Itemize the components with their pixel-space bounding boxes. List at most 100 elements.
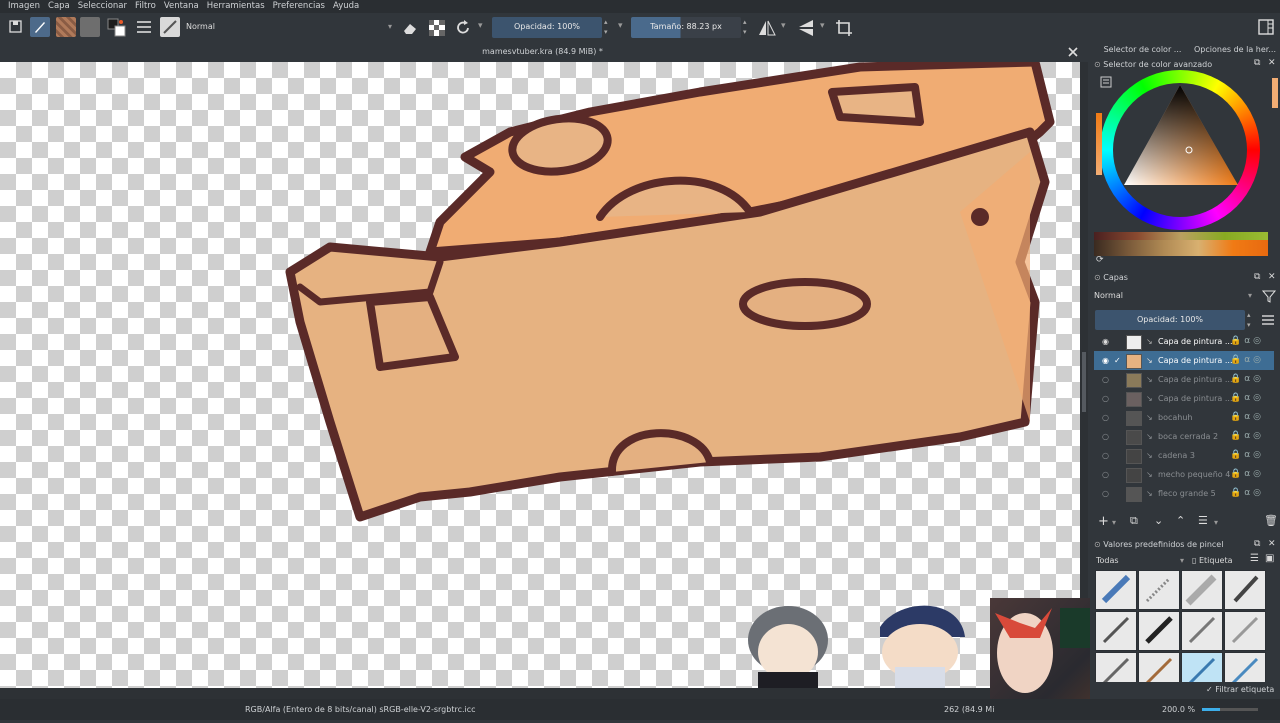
layer-row[interactable]: ○ ↘ cadena 3 🔒α◎ <box>1094 446 1274 465</box>
spinner-icon[interactable]: ▴ ▾ <box>1247 310 1251 330</box>
mirror-vertical-icon[interactable] <box>797 19 815 40</box>
eye-hidden-icon[interactable]: ○ <box>1102 370 1109 389</box>
list-view-icon[interactable]: ☰ <box>1250 553 1259 564</box>
brush-preset[interactable] <box>1138 652 1180 682</box>
duplicate-layer-icon[interactable]: ⧉ <box>1130 514 1138 528</box>
tab-tool-options[interactable]: Opciones de la her... <box>1190 42 1280 58</box>
eye-hidden-icon[interactable]: ○ <box>1102 427 1109 446</box>
brush-preset[interactable] <box>1095 611 1137 651</box>
brush-tool-icon[interactable] <box>30 17 50 37</box>
canvas-horizontal-scrollbar[interactable] <box>0 688 1088 699</box>
brush-preset[interactable] <box>1138 570 1180 610</box>
document-tab-title[interactable]: mamesvtuber.kra (84.9 MiB) * <box>0 42 1085 62</box>
wrap-around-icon[interactable] <box>835 19 853 40</box>
layer-blend-mode-select[interactable]: Normal ▾ <box>1094 288 1254 303</box>
layer-opacity-slider[interactable]: Opacidad: 100% <box>1095 310 1245 330</box>
layer-props-icons[interactable]: 🔒α◎ <box>1230 370 1264 389</box>
canvas-vertical-scrollbar[interactable] <box>1080 62 1088 688</box>
menu-ventana[interactable]: Ventana <box>164 0 199 13</box>
filter-icon[interactable] <box>1262 289 1276 303</box>
recent-color-swatch[interactable] <box>1272 78 1278 108</box>
brush-preset[interactable] <box>1224 570 1266 610</box>
layer-row[interactable]: ○ ↘ Capa de pintura ... 🔒α◎ <box>1094 389 1274 408</box>
brush-preset-icon[interactable] <box>160 17 180 37</box>
layer-row[interactable]: ◉ ↘ Capa de pintura ... 🔒α◎ <box>1094 332 1274 351</box>
brush-preset[interactable] <box>1224 611 1266 651</box>
brush-preset[interactable] <box>1138 611 1180 651</box>
chevron-down-icon[interactable]: ▾ <box>478 21 483 42</box>
lock-icon[interactable]: ⊙ <box>1094 540 1101 549</box>
color-history-strip[interactable] <box>1094 232 1268 256</box>
layer-props-icons[interactable]: 🔒α◎ <box>1230 332 1264 351</box>
filter-tag-checkbox[interactable]: ✓ Filtrar etiqueta <box>1206 683 1274 697</box>
eye-hidden-icon[interactable]: ○ <box>1102 484 1109 503</box>
zoom-slider[interactable] <box>1202 708 1258 711</box>
eye-hidden-icon[interactable]: ○ <box>1102 446 1109 465</box>
layer-props-icons[interactable]: 🔒α◎ <box>1230 351 1264 370</box>
zoom-label[interactable]: 200.0 % <box>1162 699 1195 720</box>
menu-filtro[interactable]: Filtro <box>135 0 156 13</box>
layer-props-icons[interactable]: 🔒α◎ <box>1230 465 1264 484</box>
chevron-down-icon[interactable]: ▾ <box>781 21 786 42</box>
menu-capa[interactable]: Capa <box>48 0 70 13</box>
close-icon[interactable]: ✕ <box>1268 58 1276 68</box>
layer-props-icons[interactable]: 🔒α◎ <box>1230 389 1264 408</box>
eraser-icon[interactable] <box>402 20 418 41</box>
eye-icon[interactable]: ◉ <box>1102 332 1109 351</box>
tab-color-selector[interactable]: Selector de color ... <box>1095 42 1190 58</box>
brush-preset[interactable] <box>1181 570 1223 610</box>
eye-hidden-icon[interactable]: ○ <box>1102 389 1109 408</box>
layer-props-icons[interactable]: 🔒α◎ <box>1230 446 1264 465</box>
brush-preset[interactable] <box>1095 570 1137 610</box>
menu-seleccionar[interactable]: Seleccionar <box>78 0 127 13</box>
chevron-down-icon[interactable]: ▾ <box>820 21 825 42</box>
layer-props-icons[interactable]: 🔒α◎ <box>1230 427 1264 446</box>
close-icon[interactable]: ✕ <box>1268 272 1276 282</box>
chevron-down-icon[interactable]: ▾ <box>618 21 623 42</box>
layer-props-icons[interactable]: 🔒α◎ <box>1230 484 1264 503</box>
brush-preset-selected[interactable] <box>1181 652 1223 682</box>
brush-preset[interactable] <box>1181 611 1223 651</box>
brush-preset[interactable] <box>1224 652 1266 682</box>
hamburger-icon[interactable] <box>1262 315 1274 325</box>
lock-icon[interactable]: ⊙ <box>1094 60 1101 69</box>
lock-icon[interactable]: ⊙ <box>1094 273 1101 282</box>
menu-imagen[interactable]: Imagen <box>8 0 40 13</box>
save-icon[interactable] <box>8 19 24 40</box>
opacity-slider[interactable]: Opacidad: 100% <box>492 17 602 38</box>
delete-layer-icon[interactable]: 🗑 <box>1264 514 1278 527</box>
layer-row[interactable]: ○ ↘ bocahuh 🔒α◎ <box>1094 408 1274 427</box>
chevron-down-icon[interactable]: ▾ <box>1112 518 1116 527</box>
size-spinner-icon[interactable]: ▴ ▾ <box>743 17 747 38</box>
gradient-swatch-icon[interactable] <box>80 17 100 37</box>
hue-ring[interactable] <box>1100 70 1260 230</box>
close-icon[interactable]: ✕ <box>1268 539 1276 549</box>
close-icon[interactable] <box>1067 46 1079 58</box>
move-up-icon[interactable]: ⌃ <box>1176 514 1185 527</box>
layer-row[interactable]: ○ ↘ mecho pequeño 4 🔒α◎ <box>1094 465 1274 484</box>
drawing-canvas[interactable] <box>0 62 1080 688</box>
float-icon[interactable]: ⧉ <box>1254 539 1260 549</box>
layer-properties-icon[interactable]: ☰ <box>1198 514 1208 527</box>
brush-filter-select[interactable]: Todas ▾ <box>1096 554 1186 568</box>
eye-icon[interactable]: ◉ <box>1102 351 1109 370</box>
move-down-icon[interactable]: ⌄ <box>1154 514 1163 527</box>
fg-bg-color-icon[interactable] <box>106 17 128 38</box>
float-icon[interactable]: ⧉ <box>1254 58 1260 68</box>
workspace-icon[interactable] <box>1258 19 1274 40</box>
add-layer-icon[interactable]: + <box>1098 514 1109 529</box>
pattern-swatch-icon[interactable] <box>56 17 76 37</box>
alpha-lock-icon[interactable] <box>428 19 446 40</box>
layer-row[interactable]: ○ ↘ Capa de pintura ... 🔒α◎ <box>1094 370 1274 389</box>
size-slider[interactable]: Tamaño: 88.23 px <box>631 17 741 38</box>
menu-herramientas[interactable]: Herramientas <box>207 0 265 13</box>
brush-preset[interactable] <box>1095 652 1137 682</box>
chevron-down-icon[interactable]: ▾ <box>1214 518 1218 527</box>
scroll-thumb[interactable] <box>1082 352 1086 412</box>
eye-hidden-icon[interactable]: ○ <box>1102 465 1109 484</box>
layer-row-active[interactable]: ◉ ✓ ↘ Capa de pintura ... 🔒α◎ <box>1094 351 1274 370</box>
brush-settings-icon[interactable] <box>136 20 152 41</box>
saturation-triangle[interactable] <box>1100 70 1260 230</box>
tag-button[interactable]: ▯ Etiqueta <box>1192 554 1232 568</box>
save-icon[interactable]: ▣ <box>1265 553 1274 564</box>
